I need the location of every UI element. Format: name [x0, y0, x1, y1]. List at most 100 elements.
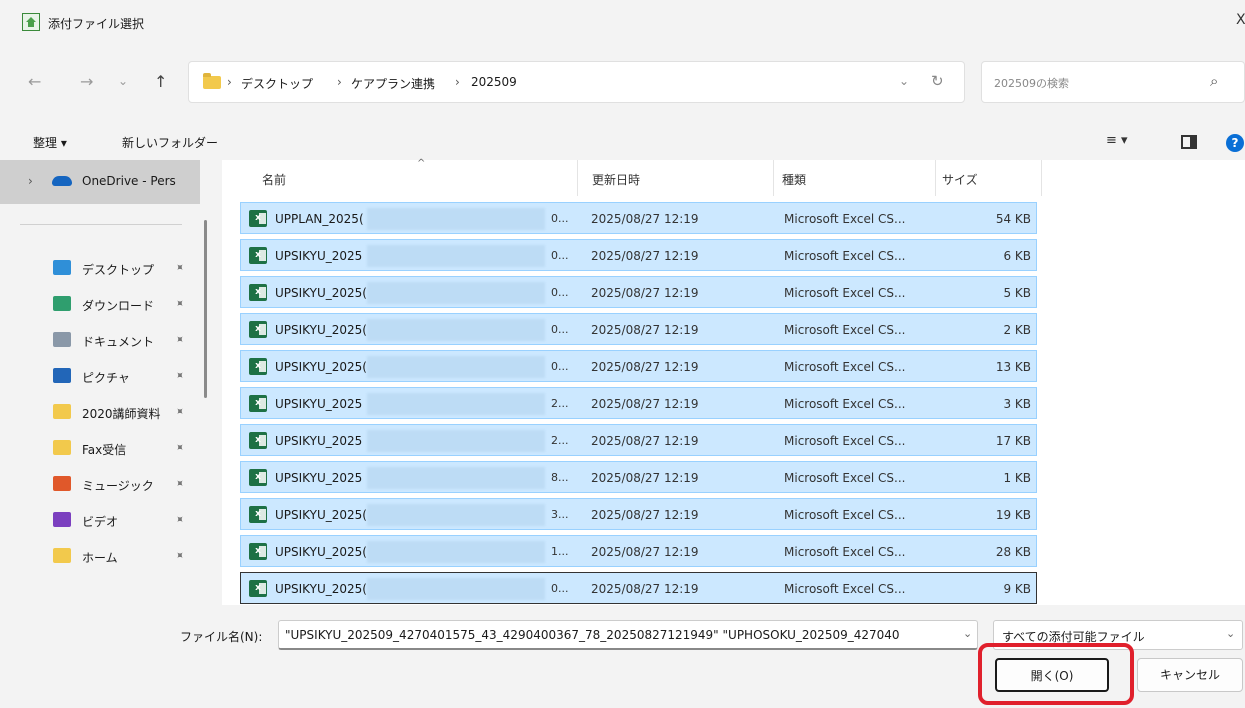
column-label: サイズ — [942, 173, 978, 187]
file-modified: 2025/08/27 12:19 — [591, 360, 699, 374]
file-row[interactable]: x UPSIKYU_2025(3... 2025/08/27 12:19 Micros… — [240, 498, 1037, 530]
excel-file-icon: x — [249, 580, 267, 597]
pin-icon: ✦ — [171, 259, 188, 276]
file-name: UPSIKYU_2025 — [275, 397, 363, 411]
excel-file-icon: x — [249, 358, 267, 375]
sidebar-item[interactable]: ホーム ✦ — [0, 538, 200, 574]
sidebar-item-label: ミュージック — [82, 479, 154, 493]
file-row[interactable]: x UPSIKYU_2025 2... 2025/08/27 12:19 Microso… — [240, 424, 1037, 456]
breadcrumb-202509[interactable]: 202509 — [471, 75, 517, 89]
redacted-region — [367, 467, 545, 489]
excel-file-icon: x — [249, 543, 267, 560]
file-type: Microsoft Excel CS... — [784, 471, 906, 485]
excel-file-icon: x — [249, 284, 267, 301]
expand-chevron-icon[interactable]: › — [28, 174, 33, 188]
sidebar-item[interactable]: ミュージック ✦ — [0, 466, 200, 502]
up-arrow-icon[interactable]: ↑ — [154, 72, 167, 91]
column-label: 更新日時 — [592, 173, 641, 187]
address-bar[interactable]: › デスクトップ › ケアプラン連携 › 202509 ⌄ ↻ — [188, 61, 965, 103]
breadcrumb-careplan[interactable]: ケアプラン連携 — [351, 75, 435, 92]
file-name-tail: 8... — [551, 471, 569, 484]
folder-icon — [53, 296, 71, 311]
file-size: 3 KB — [1003, 397, 1031, 411]
sidebar-item-label: デスクトップ — [82, 263, 155, 277]
view-options-button[interactable]: ≡ ▾ — [1106, 133, 1128, 148]
file-type: Microsoft Excel CS... — [784, 508, 906, 522]
sidebar-item[interactable]: デスクトップ ✦ — [0, 250, 200, 286]
pin-icon: ✦ — [171, 475, 188, 492]
file-row[interactable]: x UPSIKYU_2025(0... 2025/08/27 12:19 Micros… — [240, 276, 1037, 308]
folder-icon — [53, 260, 71, 275]
filename-input[interactable]: "UPSIKYU_202509_4270401575_43_4290400367… — [278, 620, 978, 650]
cancel-button[interactable]: キャンセル — [1137, 658, 1243, 692]
file-name: UPSIKYU_2025( — [275, 323, 367, 337]
file-dialog: 添付ファイル選択 X ← → ⌄ ↑ › デスクトップ › ケアプラン連携 › … — [0, 0, 1245, 708]
file-row[interactable]: x UPPLAN_2025(0... 2025/08/27 12:19 Microso… — [240, 202, 1037, 234]
file-modified: 2025/08/27 12:19 — [591, 545, 699, 559]
folder-icon — [203, 73, 221, 89]
file-row[interactable]: x UPSIKYU_2025 0... 2025/08/27 12:19 Microso… — [240, 239, 1037, 271]
sidebar-item[interactable]: ドキュメント ✦ — [0, 322, 200, 358]
breadcrumb-desktop[interactable]: デスクトップ — [241, 75, 313, 92]
sidebar-item-label: OneDrive - Pers — [82, 174, 176, 188]
file-type: Microsoft Excel CS... — [784, 323, 906, 337]
close-icon[interactable]: X — [1236, 12, 1245, 28]
column-header-name[interactable]: ^ 名前 — [222, 158, 578, 196]
chevron-down-icon: ⌄ — [1226, 627, 1236, 640]
file-row[interactable]: x UPSIKYU_2025(1... 2025/08/27 12:19 Micros… — [240, 535, 1037, 567]
redacted-region — [367, 245, 545, 267]
excel-file-icon: x — [249, 469, 267, 486]
column-header-type[interactable]: 種類 — [774, 160, 936, 196]
file-name: UPSIKYU_2025 — [275, 249, 363, 263]
file-name: UPSIKYU_2025( — [275, 508, 367, 522]
search-box[interactable]: 202509の検索 ⌕ — [981, 61, 1245, 103]
breadcrumb-separator-icon: › — [337, 75, 342, 89]
file-row[interactable]: x UPSIKYU_2025 2... 2025/08/27 12:19 Microso… — [240, 387, 1037, 419]
back-arrow-icon[interactable]: ← — [28, 72, 41, 91]
sidebar-item-label: ドキュメント — [82, 335, 155, 349]
sidebar-scrollbar[interactable] — [204, 220, 207, 398]
new-folder-button[interactable]: 新しいフォルダー — [122, 134, 218, 151]
refresh-icon[interactable]: ↻ — [931, 72, 944, 90]
sidebar-item-label: ホーム — [82, 551, 118, 565]
file-row[interactable]: x UPSIKYU_2025(0... 2025/08/27 12:19 Micros… — [240, 350, 1037, 382]
column-label: 種類 — [782, 173, 807, 187]
column-header-modified[interactable]: 更新日時 — [578, 160, 774, 196]
sidebar-item[interactable]: ビデオ ✦ — [0, 502, 200, 538]
sidebar-item[interactable]: Fax受信 ✦ — [0, 430, 200, 466]
file-row[interactable]: x UPSIKYU_2025 8... 2025/08/27 12:19 Microso… — [240, 461, 1037, 493]
file-row[interactable]: x UPSIKYU_2025(0... 2025/08/27 12:19 Micros… — [240, 572, 1037, 604]
file-type: Microsoft Excel CS... — [784, 397, 906, 411]
file-name: UPSIKYU_2025( — [275, 545, 367, 559]
preview-pane-icon[interactable] — [1181, 135, 1197, 149]
file-type: Microsoft Excel CS... — [784, 286, 906, 300]
redacted-region — [367, 356, 545, 378]
organize-button[interactable]: 整理 ▾ — [33, 134, 67, 151]
sidebar-item-label: 2020講師資料 — [82, 407, 161, 421]
folder-icon — [53, 548, 71, 563]
sidebar-item[interactable]: ダウンロード ✦ — [0, 286, 200, 322]
search-placeholder: 202509の検索 — [994, 77, 1069, 90]
file-type: Microsoft Excel CS... — [784, 360, 906, 374]
sidebar-item-onedrive[interactable]: › OneDrive - Pers — [0, 160, 200, 204]
chevron-down-icon[interactable]: ⌄ — [963, 627, 972, 640]
recent-locations-chevron-icon[interactable]: ⌄ — [118, 74, 128, 88]
column-header-size[interactable]: サイズ — [936, 160, 1042, 196]
file-modified: 2025/08/27 12:19 — [591, 249, 699, 263]
navigation-pane: › OneDrive - Pers デスクトップ ✦ ダウンロード ✦ ドキュメント ✦ ピ… — [0, 160, 212, 605]
help-icon[interactable]: ? — [1226, 134, 1244, 152]
address-dropdown-icon[interactable]: ⌄ — [899, 74, 909, 88]
sidebar-item-label: ダウンロード — [82, 299, 155, 313]
forward-arrow-icon[interactable]: → — [80, 72, 93, 91]
redacted-region — [367, 578, 545, 600]
open-button[interactable]: 開く(O) — [995, 658, 1109, 692]
file-row[interactable]: x UPSIKYU_2025(0... 2025/08/27 12:19 Micros… — [240, 313, 1037, 345]
redacted-region — [367, 430, 545, 452]
sidebar-item[interactable]: 2020講師資料 ✦ — [0, 394, 200, 430]
folder-icon — [53, 368, 71, 383]
sidebar-item[interactable]: ピクチャ ✦ — [0, 358, 200, 394]
file-type: Microsoft Excel CS... — [784, 545, 906, 559]
file-type: Microsoft Excel CS... — [784, 212, 906, 226]
file-type: Microsoft Excel CS... — [784, 249, 906, 263]
dialog-footer: ファイル名(N): "UPSIKYU_202509_4270401575_43_… — [0, 605, 1245, 708]
